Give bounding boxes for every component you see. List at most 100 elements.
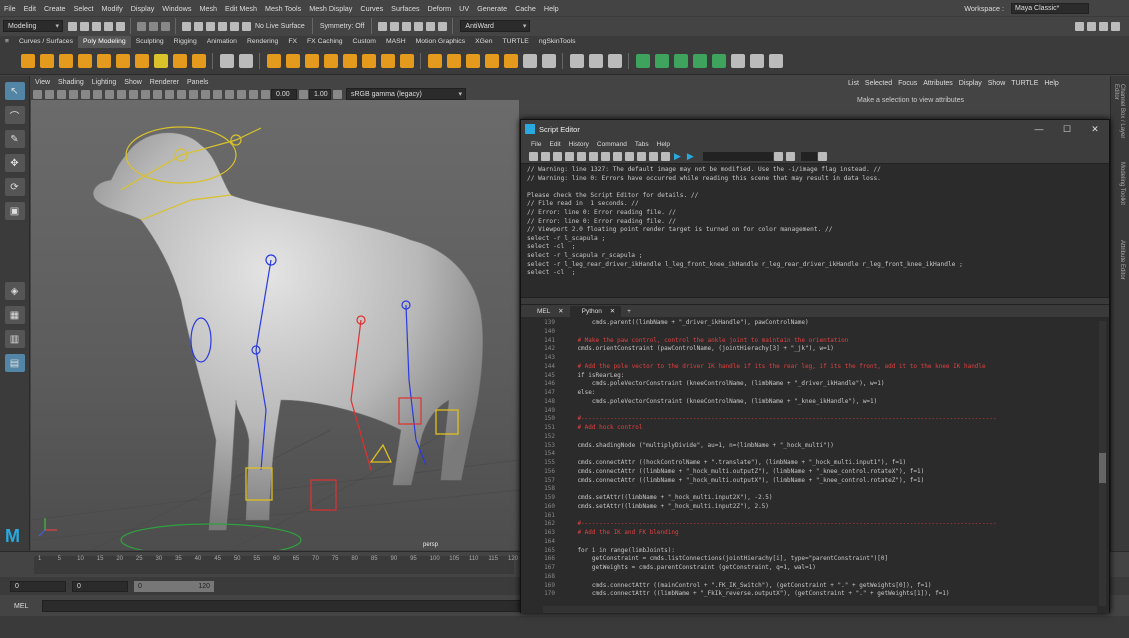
text-icon[interactable] bbox=[172, 54, 187, 68]
code-line[interactable]: cmds.connectAttr ((hockControlName + ".t… bbox=[563, 459, 1091, 468]
channel-box-icon[interactable] bbox=[1086, 21, 1096, 31]
select-object-icon[interactable] bbox=[148, 21, 158, 31]
code-line[interactable]: for i in range(limbJoints): bbox=[563, 547, 1091, 556]
clear-input-icon[interactable] bbox=[588, 152, 598, 161]
shelf-tab-poly-modeling[interactable]: Poly Modeling bbox=[78, 36, 131, 48]
viewport-menu-panels[interactable]: Panels bbox=[183, 79, 212, 86]
search-field[interactable] bbox=[702, 152, 773, 161]
tool-settings-icon[interactable] bbox=[1110, 21, 1120, 31]
code-line[interactable]: cmds.connectAttr ((mainControl + ".FK_IK… bbox=[563, 582, 1091, 591]
wireframe-icon[interactable] bbox=[152, 89, 162, 99]
side-tab-channel-box-layer-editor[interactable]: Channel Box / Layer Editor bbox=[1113, 84, 1125, 154]
code-line[interactable] bbox=[563, 433, 1091, 442]
field-chart-icon[interactable] bbox=[128, 89, 138, 99]
vertical-scrollbar[interactable] bbox=[1099, 321, 1106, 606]
offset-loop-icon[interactable] bbox=[607, 54, 622, 68]
shelf-tab-sculpting[interactable]: Sculpting bbox=[131, 36, 169, 48]
se-menu-help[interactable]: Help bbox=[653, 141, 674, 148]
gate-mask-icon[interactable] bbox=[116, 89, 126, 99]
tab-mel[interactable]: MEL ✕ bbox=[525, 306, 570, 317]
target-weld-icon[interactable] bbox=[503, 54, 518, 68]
workspace-dropdown[interactable]: Maya Classic* bbox=[1011, 3, 1089, 14]
colorspace-dropdown[interactable]: sRGB gamma (legacy) bbox=[346, 88, 466, 100]
goto-line-icon[interactable] bbox=[818, 152, 828, 161]
save-script-icon[interactable] bbox=[552, 152, 562, 161]
image-plane-icon[interactable] bbox=[68, 89, 78, 99]
two-pane-icon[interactable]: ▥ bbox=[4, 330, 25, 348]
bevel-icon[interactable] bbox=[399, 54, 414, 68]
playback-start-field[interactable]: 0 bbox=[72, 580, 128, 592]
menu-item-mesh-tools[interactable]: Mesh Tools bbox=[261, 4, 305, 13]
poly-cube-icon[interactable] bbox=[39, 54, 54, 68]
scale-tool-icon[interactable]: ▣ bbox=[4, 202, 25, 220]
tab-python[interactable]: Python ✕ bbox=[569, 306, 622, 317]
horizontal-scrollbar[interactable] bbox=[543, 606, 1097, 613]
lasso-tool-icon[interactable]: ⌒ bbox=[4, 106, 25, 124]
poly-sphere-icon[interactable] bbox=[20, 54, 35, 68]
command-input[interactable] bbox=[42, 600, 543, 612]
menu-item-create[interactable]: Create bbox=[40, 4, 70, 13]
gamma-field[interactable]: 1.00 bbox=[309, 88, 331, 100]
select-tool-icon[interactable]: ↖ bbox=[4, 82, 25, 100]
lights-icon[interactable] bbox=[188, 89, 198, 99]
menu-item-select[interactable]: Select bbox=[70, 4, 98, 13]
exposure-icon[interactable] bbox=[260, 89, 270, 99]
se-menu-command[interactable]: Command bbox=[593, 141, 631, 148]
code-line[interactable]: cmds.poleVectorConstraint (kneeControlNa… bbox=[563, 380, 1091, 389]
script-editor-window[interactable]: Script Editor — ☐ ✕ File Edit History Comma… bbox=[520, 119, 1110, 613]
clear-history-icon[interactable] bbox=[576, 152, 586, 161]
code-line[interactable]: cmds.poleVectorConstraint (kneeControlNa… bbox=[563, 398, 1091, 407]
source-script-icon[interactable] bbox=[540, 152, 550, 161]
bookmark-icon[interactable] bbox=[56, 89, 66, 99]
append-icon[interactable] bbox=[465, 54, 480, 68]
safe-action-icon[interactable] bbox=[140, 89, 150, 99]
collapse-icon[interactable] bbox=[484, 54, 499, 68]
both-panes-icon[interactable] bbox=[636, 152, 646, 161]
code-line[interactable]: # Add the IK and FK blending bbox=[563, 529, 1091, 538]
scroll-thumb[interactable] bbox=[1099, 453, 1106, 483]
shelf-tab-curves-surfaces[interactable]: Curves / Surfaces bbox=[14, 36, 78, 48]
attr-menu-help[interactable]: Help bbox=[1044, 80, 1058, 87]
shelf-tab-rendering[interactable]: Rendering bbox=[242, 36, 283, 48]
snap-curve-icon[interactable] bbox=[193, 21, 203, 31]
lighting-icon[interactable] bbox=[437, 21, 447, 31]
se-menu-history[interactable]: History bbox=[565, 141, 593, 148]
se-menu-tabs[interactable]: Tabs bbox=[631, 141, 653, 148]
menu-item-mesh-display[interactable]: Mesh Display bbox=[305, 4, 356, 13]
search-icon[interactable] bbox=[774, 152, 784, 161]
menu-item-mesh[interactable]: Mesh bbox=[195, 4, 221, 13]
rotate-tool-icon[interactable]: ⟳ bbox=[4, 178, 25, 196]
search-next-icon[interactable] bbox=[786, 152, 796, 161]
combine-icon[interactable] bbox=[219, 54, 234, 68]
viewport-menu-show[interactable]: Show bbox=[120, 79, 146, 86]
bool-diff-icon[interactable] bbox=[304, 54, 319, 68]
history-output[interactable]: // Warning: line 1327: The default image… bbox=[521, 164, 1109, 297]
code-line[interactable]: cmds.shadingNode ("multiplyDivide", au=1… bbox=[563, 442, 1091, 451]
code-line[interactable] bbox=[563, 485, 1091, 494]
select-hierarchy-icon[interactable] bbox=[136, 21, 146, 31]
exposure-field[interactable]: 0.00 bbox=[271, 88, 297, 100]
xray-joints-icon[interactable] bbox=[248, 89, 258, 99]
menu-item-surfaces[interactable]: Surfaces bbox=[387, 4, 423, 13]
render-view-icon[interactable] bbox=[425, 21, 435, 31]
mesh-green-4-icon[interactable] bbox=[692, 54, 707, 68]
execute-selected-icon[interactable]: ▶ bbox=[687, 151, 694, 162]
gamma-icon[interactable] bbox=[298, 89, 308, 99]
side-tab-modeling-toolkit[interactable]: Modeling Toolkit bbox=[1115, 162, 1125, 232]
snap-live-icon[interactable] bbox=[241, 21, 251, 31]
attr-menu-selected[interactable]: Selected bbox=[865, 80, 892, 87]
clear-all-icon[interactable] bbox=[600, 152, 610, 161]
snap-surface-icon[interactable] bbox=[229, 21, 239, 31]
mesh-green-5-icon[interactable] bbox=[711, 54, 726, 68]
fill-hole-icon[interactable] bbox=[427, 54, 442, 68]
tool-white-2-icon[interactable] bbox=[749, 54, 764, 68]
shelf-tab-turtle[interactable]: TURTLE bbox=[498, 36, 534, 48]
open-scene-icon[interactable] bbox=[79, 21, 89, 31]
maximize-icon[interactable]: ☐ bbox=[1053, 124, 1081, 135]
menu-item-uv[interactable]: UV bbox=[455, 4, 473, 13]
isolate-icon[interactable] bbox=[224, 89, 234, 99]
film-gate-icon[interactable] bbox=[92, 89, 102, 99]
attr-menu-focus[interactable]: Focus bbox=[898, 80, 917, 87]
symmetry-dropdown[interactable]: Symmetry: Off bbox=[317, 23, 368, 30]
dog-mesh[interactable] bbox=[92, 132, 483, 531]
